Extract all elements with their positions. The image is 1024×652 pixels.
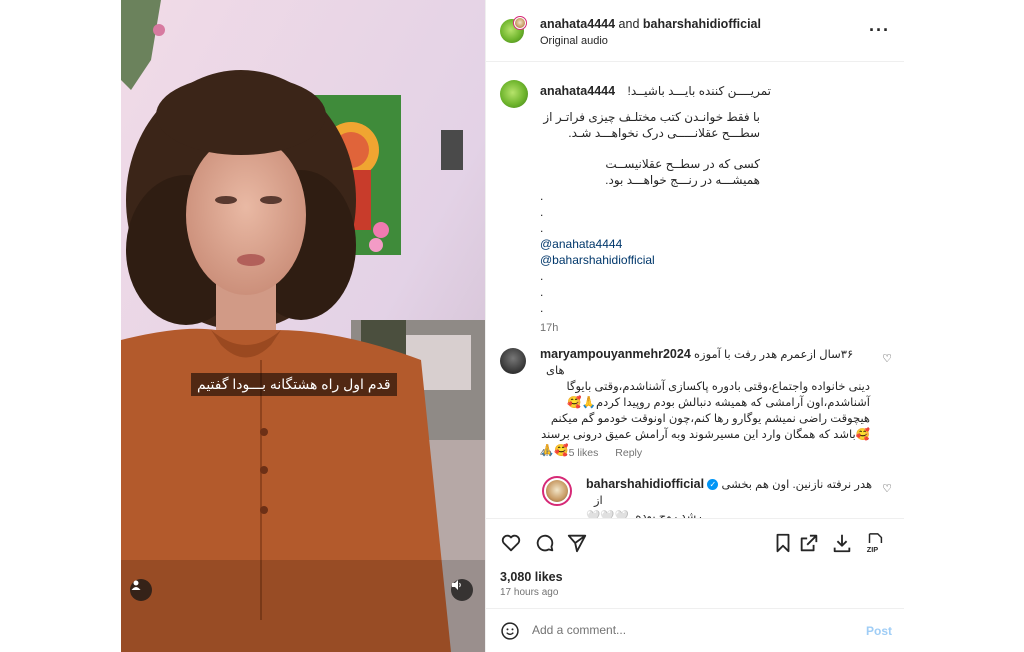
comment-icon[interactable] <box>534 532 556 554</box>
avatar[interactable] <box>542 476 572 506</box>
comment-line: رشد روح بوده. 🤍🤍🤍 <box>586 511 702 518</box>
avatar[interactable] <box>500 348 526 374</box>
comment-line: 🥰باشد که همگان وارد این مسیرشوند وبه آرا… <box>541 429 870 441</box>
like-comment-button[interactable]: ♡ <box>882 482 892 495</box>
more-horizontal-icon: ··· <box>869 20 890 40</box>
post-panel: anahata4444 and baharshahidiofficial Ori… <box>485 0 904 652</box>
caption-line: با فقط خوانـدن کتب مختلـف چیزی فراتـر از <box>543 110 760 124</box>
caption-body: با فقط خوانـدن کتب مختلـف چیزی فراتـر از… <box>540 109 760 336</box>
mute-button[interactable] <box>451 579 473 601</box>
zip-download-icon[interactable]: ZIP <box>864 532 886 554</box>
comment-meta: 4h 5 likes Reply <box>540 447 656 459</box>
caption-line: . <box>540 205 544 219</box>
caption-line: . <box>540 301 544 315</box>
svg-text:ZIP: ZIP <box>867 545 879 554</box>
caption-line <box>540 141 760 156</box>
caption-username[interactable]: anahata4444 <box>540 84 615 98</box>
heart-icon: ♡ <box>882 353 892 365</box>
comment-body: baharshahidiofficial ✓ هدر نرفته نازنین.… <box>586 476 876 518</box>
caption-line: سطـــح عقلانـــــی درک نخواهـــد شـد. <box>568 126 760 140</box>
post-button[interactable]: Post <box>866 624 892 638</box>
comment-input[interactable] <box>532 623 832 637</box>
comment-line: دینی خانواده واجتماع،وقتی بادوره پاکسازی… <box>566 381 871 393</box>
audio-label[interactable]: Original audio <box>540 35 608 47</box>
collab-avatar[interactable] <box>513 16 527 30</box>
mention-link[interactable]: @baharshahidiofficial <box>540 252 760 268</box>
comments-scroll[interactable]: anahata4444 تمریــــن کننده بایـــد باشی… <box>486 62 904 518</box>
caption-text: تمریــــن کننده بایـــد باشیــد! <box>627 84 772 98</box>
caption-line: . <box>540 269 544 283</box>
mention-link[interactable]: @anahata4444 <box>540 236 760 252</box>
post-header: anahata4444 and baharshahidiofficial Ori… <box>486 0 904 62</box>
comment-body: maryampouyanmehr2024 ۳۶سال ازعمرم هدر رف… <box>540 346 870 459</box>
comment-line: آشناشدم،اون آرامشی که همیشه دنبالش بودم … <box>567 397 870 409</box>
caption-line: . <box>540 189 544 203</box>
caption-line: . <box>540 285 544 299</box>
emoji-icon[interactable] <box>500 621 520 641</box>
video-subtitle: قدم اول راه هشتگانه بـــودا گفتیم <box>191 373 397 396</box>
speaker-icon <box>452 580 461 590</box>
comment-likes[interactable]: 5 likes <box>569 447 599 459</box>
instagram-post-view: قدم اول راه هشتگانه بـــودا گفتیم anahat… <box>0 0 1024 652</box>
heart-icon[interactable] <box>500 532 522 554</box>
reply-button[interactable]: Reply <box>615 447 642 459</box>
caption-line: کسی که در سطــح عقلانیســت <box>605 157 760 171</box>
share-icon[interactable] <box>566 532 588 554</box>
add-comment-bar: Post <box>486 608 904 652</box>
more-options-button[interactable]: ··· <box>869 20 890 41</box>
video-frame <box>121 0 485 652</box>
bookmark-icon[interactable] <box>772 532 794 554</box>
author-username[interactable]: anahata4444 <box>540 17 615 31</box>
comment-time[interactable]: 4h <box>540 447 552 459</box>
and-text: and <box>618 17 640 31</box>
comment-username[interactable]: maryampouyanmehr2024 <box>540 347 691 361</box>
tagged-user-button[interactable] <box>130 579 152 601</box>
caption-line: . <box>540 221 544 235</box>
reply-comment: baharshahidiofficial ✓ هدر نرفته نازنین.… <box>486 474 904 518</box>
like-count[interactable]: 3,080 likes <box>500 570 563 584</box>
caption-first-line: anahata4444 تمریــــن کننده بایـــد باشی… <box>540 82 870 100</box>
heart-icon: ♡ <box>882 483 892 495</box>
comment-username[interactable]: baharshahidiofficial <box>586 477 704 491</box>
caption-time[interactable]: 17h <box>540 320 760 336</box>
caption-line: همیشـــه در رنـــج خواهـــد بود. <box>605 173 760 187</box>
like-comment-button[interactable]: ♡ <box>882 352 892 365</box>
comment: maryampouyanmehr2024 ۳۶سال ازعمرم هدر رف… <box>486 346 904 466</box>
comment-line: هیچوقت راضی نمیشم یوگارو رها کنم،چون اون… <box>550 413 870 425</box>
download-icon[interactable] <box>831 532 853 554</box>
post-authors: anahata4444 and baharshahidiofficial <box>540 17 761 31</box>
avatar[interactable] <box>500 80 528 108</box>
collaborator-username[interactable]: baharshahidiofficial <box>643 17 761 31</box>
user-icon <box>131 580 141 590</box>
post-time[interactable]: 17 hours ago <box>500 587 558 598</box>
reel-video[interactable]: قدم اول راه هشتگانه بـــودا گفتیم <box>121 0 485 652</box>
verified-badge-icon: ✓ <box>707 479 719 491</box>
open-external-icon[interactable] <box>798 532 820 554</box>
post-actions: ZIP 3,080 likes 17 hours ago <box>486 518 904 608</box>
